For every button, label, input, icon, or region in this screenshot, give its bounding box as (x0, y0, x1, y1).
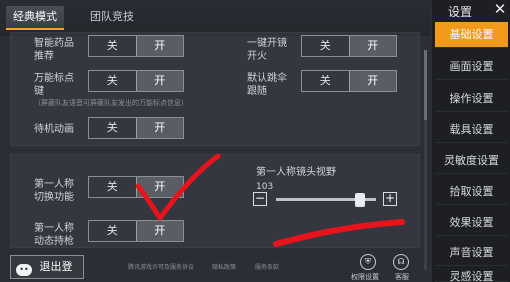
shield-icon[interactable]: ⛨ (360, 254, 376, 270)
annotation-checkmark (135, 153, 221, 221)
annotation-underline (273, 219, 405, 247)
wechat-icon: •• (16, 264, 32, 276)
sidebar-item-controls[interactable]: 操作设置 (435, 86, 508, 112)
logout-button[interactable]: •• 退出登录 (10, 255, 84, 279)
sidebar-item-sound[interactable]: 声音设置 (435, 240, 508, 266)
sidebar-item-basic[interactable]: 基础设置 (435, 22, 508, 48)
sidebar-title: 设置 (448, 5, 473, 19)
link-license[interactable]: 腾讯游戏许可及服务协议 (128, 262, 194, 271)
sidebar-item-graphics[interactable]: 画面设置 (435, 54, 508, 80)
headset-icon[interactable]: ☊ (393, 254, 409, 270)
customer-service-label[interactable]: 客服 (395, 272, 409, 282)
permission-settings-label[interactable]: 权限设置 (351, 272, 379, 282)
settings-scroll-thumb[interactable] (424, 50, 427, 120)
link-privacy[interactable]: 隐私政策 (212, 262, 236, 271)
sidebar-item-vehicle[interactable]: 载具设置 (435, 117, 508, 143)
sidebar-item-effects[interactable]: 效果设置 (435, 210, 508, 236)
sidebar-item-pickup[interactable]: 拾取设置 (435, 179, 508, 205)
sidebar-item-inspiration[interactable]: 灵感设置 (435, 270, 508, 282)
annotation-overlay (135, 153, 405, 247)
link-terms[interactable]: 服务条款 (255, 262, 279, 271)
close-icon[interactable]: ✕ (490, 0, 510, 20)
sidebar-item-sensitivity[interactable]: 灵敏度设置 (435, 148, 508, 174)
